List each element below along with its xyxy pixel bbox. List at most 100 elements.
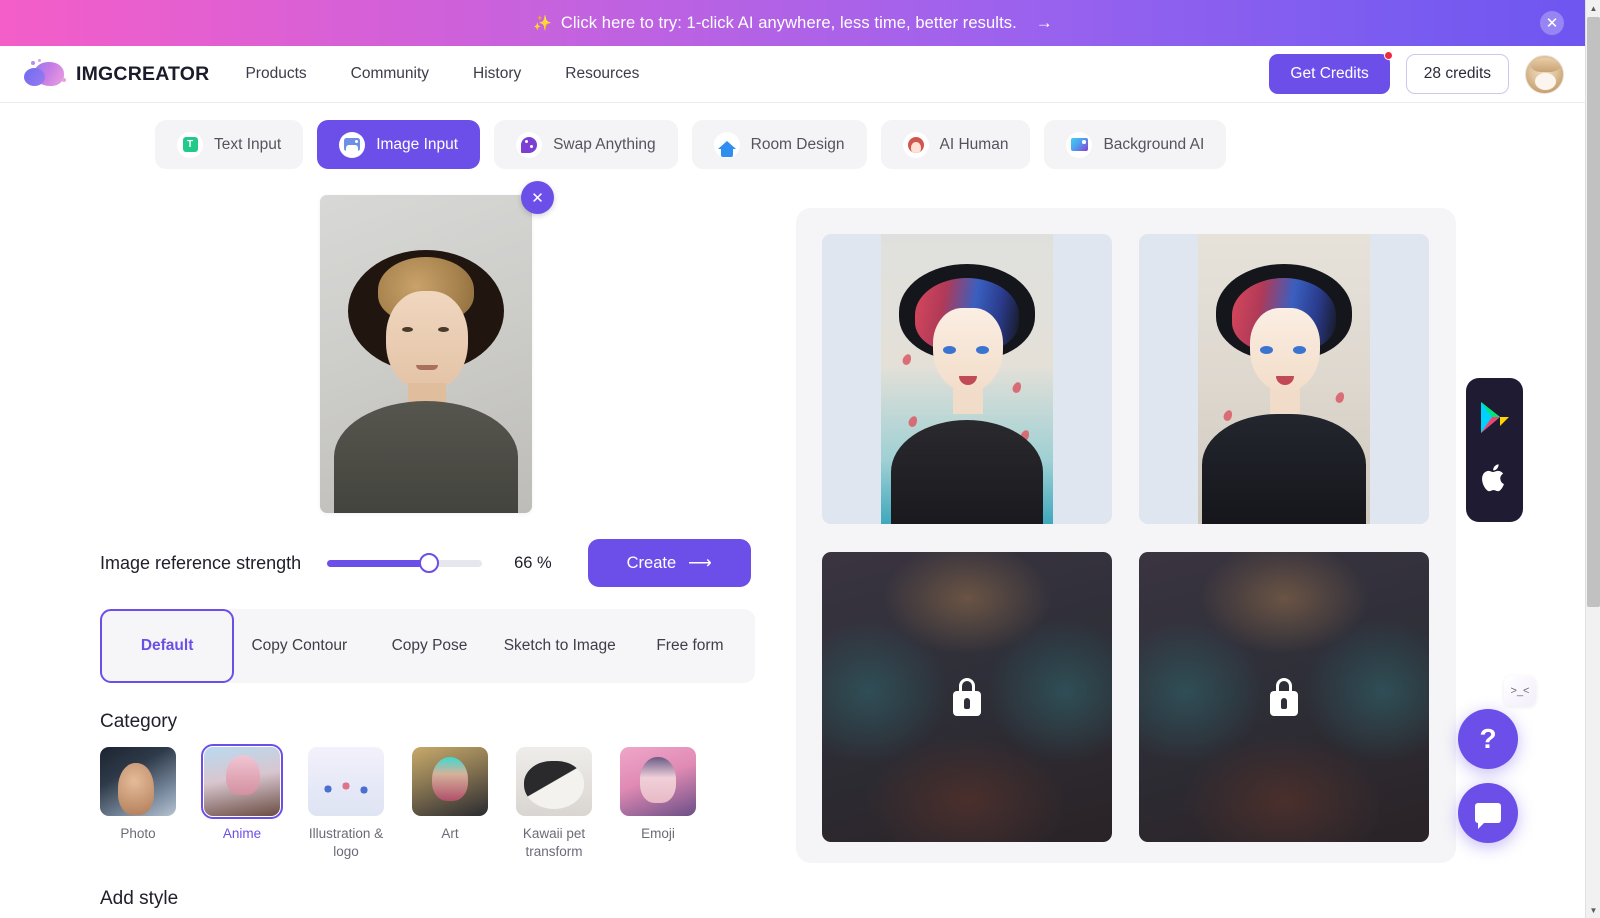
create-button[interactable]: Create ⟶ [587,539,751,587]
google-play-icon[interactable] [1478,400,1512,441]
category-label-emoji: Emoji [641,826,675,841]
nav-item-resources[interactable]: Resources [565,65,639,83]
create-button-label: Create [626,553,677,572]
avatar[interactable] [1525,54,1564,94]
nav-item-products[interactable]: Products [245,65,306,83]
category-thumb-anime [201,744,283,819]
app-page: ✨ Click here to try: 1-click AI anywhere… [0,0,1600,918]
tab-image-input[interactable]: Image Input [317,120,481,169]
category-label-anime: Anime [222,826,262,841]
ai-human-icon [902,131,929,158]
category-item-kawaii-pet-transform[interactable]: Kawaii pet transform [516,747,592,860]
main-nav: Products Community History Resources [245,65,639,83]
category-item-illustration-logo[interactable]: Illustration & logo [308,747,384,860]
scrollbar-thumb[interactable] [1587,17,1600,607]
reference-strength-value: 66 % [514,553,552,572]
arrow-right-icon: → [1035,13,1053,32]
tab-ai-human[interactable]: AI Human [880,120,1031,169]
result-image-1 [881,234,1053,524]
tab-swap-anything[interactable]: Swap Anything [494,120,678,169]
brand-name: IMGCREATOR [76,62,210,85]
brand-logo[interactable]: IMGCREATOR [22,59,209,89]
tab-swap-anything-label: Swap Anything [553,135,656,153]
chat-icon [1475,803,1501,829]
remove-image-button[interactable]: ✕ [521,181,554,214]
result-card-3[interactable] [822,552,1112,842]
result-card-4[interactable] [1139,552,1429,842]
category-item-photo[interactable]: Photo [100,747,176,860]
result-image-2 [1198,234,1370,524]
swap-anything-icon [516,131,543,158]
add-style-title: Add style [100,888,179,910]
scroll-down-icon[interactable]: ▼ [1586,902,1600,918]
uploaded-image-wrapper: ✕ [320,181,554,513]
reference-strength-label: Image reference strength [100,552,302,573]
slider-handle[interactable] [419,553,440,573]
mode-tabs: T Text Input Image Input Swap Anything R… [155,120,1227,169]
lock-icon [1269,678,1299,716]
credits-balance[interactable]: 28 credits [1405,54,1509,94]
tab-background-ai[interactable]: Background AI [1044,120,1227,169]
logo-icon [22,59,66,89]
uploaded-image[interactable] [320,195,532,513]
category-thumb-art [412,747,488,816]
nav-item-history[interactable]: History [473,65,521,83]
category-title: Category [100,711,178,732]
category-label-photo: Photo [120,826,156,841]
control-mode-copy-contour[interactable]: Copy Contour [234,609,364,683]
nav-item-community[interactable]: Community [351,65,429,83]
promo-banner[interactable]: ✨ Click here to try: 1-click AI anywhere… [0,0,1586,46]
get-credits-label: Get Credits [1290,65,1369,82]
apple-icon[interactable] [1481,462,1509,500]
tab-background-ai-label: Background AI [1103,135,1205,153]
results-grid [822,234,1430,842]
category-label-art: Art [441,826,459,841]
room-design-icon [713,131,740,158]
control-mode-copy-pose[interactable]: Copy Pose [364,609,494,683]
results-panel [796,208,1456,863]
tab-image-input-label: Image Input [376,135,459,153]
promo-banner-text: ✨ Click here to try: 1-click AI anywhere… [533,13,1053,33]
control-mode-free-form[interactable]: Free form [625,609,755,683]
category-thumb-kawaii-pet [516,747,592,816]
help-button[interactable]: ? [1458,709,1518,769]
category-thumb-photo [100,747,176,816]
notification-dot-icon [1383,51,1393,60]
category-list: Photo Anime Illustration & logo Art Kawa… [100,744,765,860]
reference-strength-row: Image reference strength 66 % Create ⟶ [100,539,765,587]
control-mode-default[interactable]: Default [100,609,235,683]
tab-room-design[interactable]: Room Design [691,120,867,169]
control-mode-sketch-to-image[interactable]: Sketch to Image [495,609,625,683]
category-item-emoji[interactable]: Emoji [620,747,696,860]
result-card-2[interactable] [1139,234,1429,524]
promo-message: Click here to try: 1-click AI anywhere, … [560,13,1017,32]
app-download-box[interactable] [1466,378,1523,522]
image-input-icon [339,131,366,158]
chat-button[interactable] [1458,783,1518,843]
site-header: IMGCREATOR Products Community History Re… [0,46,1586,103]
tab-room-design-label: Room Design [750,135,845,153]
kaomoji-widget[interactable]: >_< [1504,676,1536,706]
editor-panel: ✕ Image reference strength 66 % Create ⟶… [100,181,765,918]
page-scrollbar[interactable]: ▲ ▼ [1585,0,1600,918]
slider-fill [327,559,430,567]
result-card-1[interactable] [822,234,1112,524]
category-item-art[interactable]: Art [412,747,488,860]
lock-icon [952,678,982,716]
background-ai-icon [1066,131,1093,158]
reference-strength-slider[interactable] [327,553,483,573]
arrow-right-icon: ⟶ [688,554,712,572]
tab-ai-human-label: AI Human [939,135,1009,153]
category-label-illustration-logo: Illustration & logo [308,826,384,859]
category-thumb-illustration [308,747,384,816]
category-item-anime[interactable]: Anime [201,744,283,860]
text-input-icon: T [177,131,203,158]
tab-text-input[interactable]: T Text Input [155,120,304,169]
control-mode-tabs: Default Copy Contour Copy Pose Sketch to… [100,609,755,683]
close-icon[interactable]: ✕ [1540,11,1564,35]
scroll-up-icon[interactable]: ▲ [1586,0,1600,16]
sparkle-icon: ✨ [533,15,552,32]
category-thumb-emoji [620,747,696,816]
tab-text-input-label: Text Input [214,135,282,153]
get-credits-button[interactable]: Get Credits [1269,51,1393,94]
